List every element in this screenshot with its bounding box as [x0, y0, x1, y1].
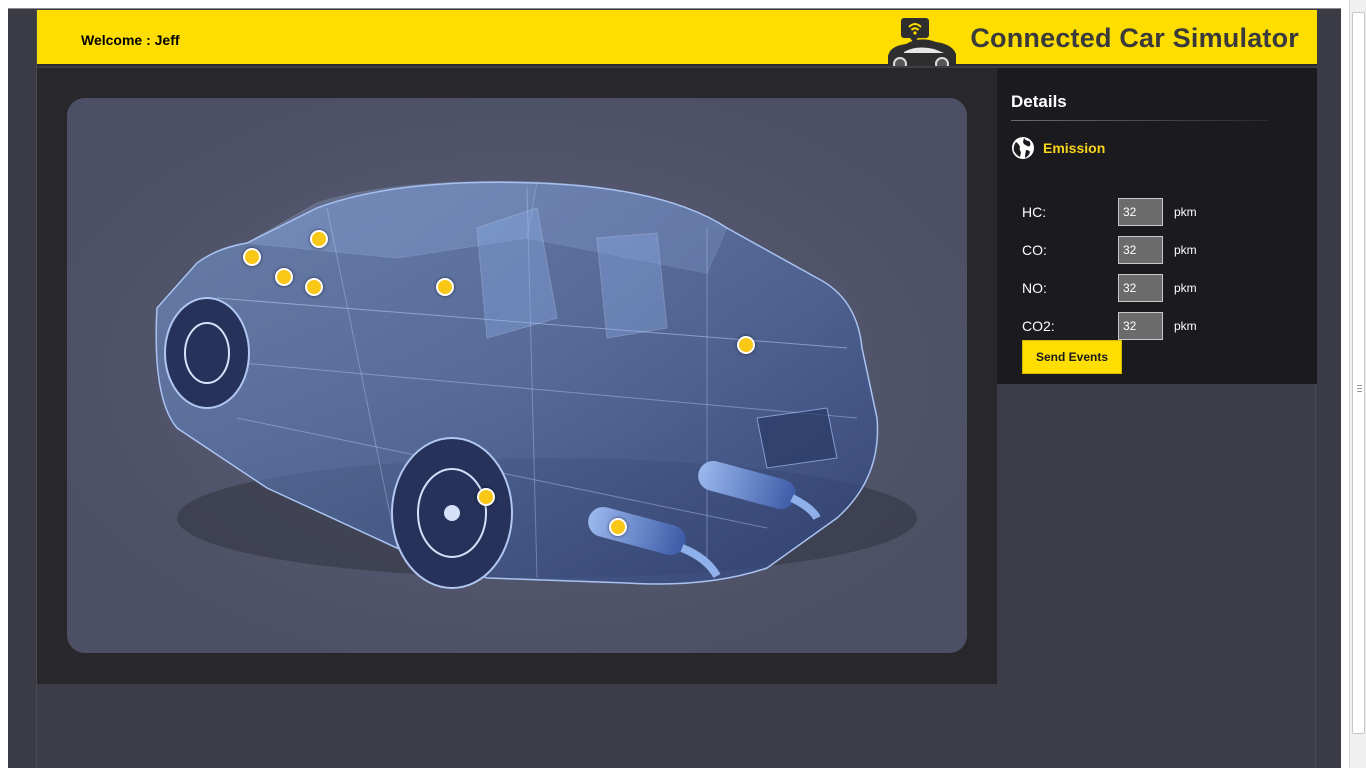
- co-input[interactable]: [1118, 236, 1163, 264]
- sensor-point-4[interactable]: [305, 278, 323, 296]
- vertical-scrollbar[interactable]: [1349, 0, 1366, 768]
- scrollbar-grip-icon: [1357, 385, 1362, 392]
- sensor-point-2[interactable]: [310, 230, 328, 248]
- app-header: Welcome : Jeff Connected Car Simulator: [37, 10, 1317, 66]
- no-label: NO:: [1022, 280, 1047, 296]
- welcome-text: Welcome : Jeff: [81, 32, 180, 48]
- send-events-button[interactable]: Send Events: [1022, 340, 1122, 374]
- sensor-point-6[interactable]: [737, 336, 755, 354]
- details-divider: [1011, 120, 1269, 121]
- hc-label: HC:: [1022, 204, 1047, 220]
- hc-input[interactable]: [1118, 198, 1163, 226]
- hc-unit: pkm: [1174, 205, 1197, 219]
- brand-title: Connected Car Simulator: [970, 22, 1299, 53]
- app-container: Welcome : Jeff Connected Car Simulator D…: [36, 10, 1317, 768]
- car-view-panel: [67, 98, 967, 653]
- co-field-row: CO: pkm: [1022, 236, 1197, 264]
- scrollbar-thumb[interactable]: [1352, 12, 1365, 734]
- co2-label: CO2:: [1022, 318, 1055, 334]
- emission-label: Emission: [1043, 140, 1106, 156]
- main-area: [37, 68, 997, 684]
- emission-section-header: Emission: [1011, 136, 1105, 160]
- co2-unit: pkm: [1174, 319, 1197, 333]
- hc-field-row: HC: pkm: [1022, 198, 1197, 226]
- co2-input[interactable]: [1118, 312, 1163, 340]
- sensor-point-8[interactable]: [609, 518, 627, 536]
- no-field-row: NO: pkm: [1022, 274, 1197, 302]
- co-unit: pkm: [1174, 243, 1197, 257]
- sensor-point-3[interactable]: [275, 268, 293, 286]
- page-frame: Welcome : Jeff Connected Car Simulator D…: [8, 8, 1341, 768]
- details-title: Details: [1011, 92, 1067, 111]
- brand: Connected Car Simulator: [882, 10, 1299, 66]
- globe-icon: [1012, 137, 1034, 159]
- no-unit: pkm: [1174, 281, 1197, 295]
- details-panel: Details Emission HC: pkm CO: pkm: [997, 68, 1317, 384]
- co2-field-row: CO2: pkm: [1022, 312, 1197, 340]
- co-label: CO:: [1022, 242, 1047, 258]
- no-input[interactable]: [1118, 274, 1163, 302]
- sensor-point-1[interactable]: [243, 248, 261, 266]
- connected-car-logo-icon: [888, 18, 957, 66]
- sensor-point-7[interactable]: [477, 488, 495, 506]
- car-xray-image: [67, 98, 967, 653]
- sensor-point-5[interactable]: [436, 278, 454, 296]
